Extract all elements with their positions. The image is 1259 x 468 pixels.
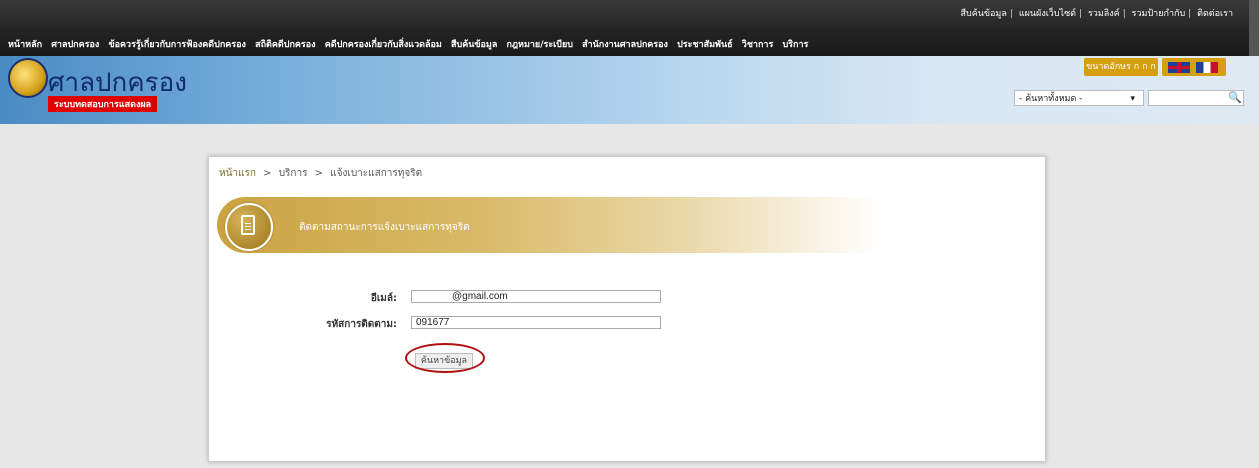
- nav-environment[interactable]: คดีปกครองเกี่ยวกับสิ่งแวดล้อม: [325, 40, 442, 50]
- nav-pr[interactable]: ประชาสัมพันธ์: [677, 40, 733, 50]
- nav-academic[interactable]: วิชาการ: [742, 40, 774, 50]
- tracking-code-field[interactable]: 091677: [411, 316, 661, 329]
- scrollbar[interactable]: [1249, 0, 1259, 56]
- uk-flag-icon[interactable]: [1168, 62, 1190, 73]
- utility-link-links[interactable]: รวมลิงค์: [1088, 9, 1120, 19]
- nav-court[interactable]: ศาลปกครอง: [51, 40, 99, 50]
- search-icon[interactable]: 🔍: [1228, 91, 1242, 105]
- utility-links: สืบค้นข้อมูล | แผนผังเว็บไซต์ | รวมลิงค์ | …: [960, 9, 1234, 19]
- breadcrumb-current: แจ้งเบาะแสการทุจริต: [330, 168, 423, 179]
- breadcrumb-home[interactable]: หน้าแรก: [219, 168, 256, 179]
- nav-search[interactable]: สืบค้นข้อมูล: [451, 40, 497, 50]
- email-value: @gmail.com: [452, 291, 508, 302]
- search-scope-select[interactable]: - ค้นหาทั้งหมด - ▾: [1014, 90, 1144, 106]
- language-switcher: [1162, 58, 1226, 76]
- utility-link-search[interactable]: สืบค้นข้อมูล: [961, 9, 1007, 19]
- nav-statistics[interactable]: สถิติคดีปกครอง: [255, 40, 315, 50]
- breadcrumb: หน้าแรก > บริการ > แจ้งเบาะแสการทุจริต: [219, 168, 423, 179]
- email-label: อีเมล์:: [370, 293, 397, 304]
- breadcrumb-services[interactable]: บริการ: [279, 168, 308, 179]
- highlight-annotation: [405, 343, 485, 373]
- nav-home[interactable]: หน้าหลัก: [8, 40, 42, 50]
- utility-link-tags[interactable]: รวมป้ายกำกับ: [1132, 9, 1186, 19]
- nav-filing-info[interactable]: ข้อควรรู้เกี่ยวกับการฟ้องคดีปกครอง: [108, 40, 246, 50]
- nav-office[interactable]: สำนักงานศาลปกครอง: [582, 40, 668, 50]
- utility-link-sitemap[interactable]: แผนผังเว็บไซต์: [1019, 9, 1076, 19]
- dropdown-arrow-icon: ▾: [1130, 94, 1135, 104]
- court-emblem-icon[interactable]: [8, 58, 48, 98]
- main-nav: หน้าหลัก ศาลปกครอง ข้อควรรู้เกี่ยวกับการ…: [8, 37, 814, 51]
- nav-law[interactable]: กฎหมาย/ระเบียบ: [507, 40, 573, 50]
- site-logo-subtitle: ระบบทดสอบการแสดงผล: [48, 96, 158, 112]
- document-icon: [225, 203, 273, 251]
- font-size-button[interactable]: ขนาดอักษร ก ก ก: [1084, 58, 1158, 76]
- email-field[interactable]: @gmail.com: [411, 290, 661, 303]
- utility-link-contact[interactable]: ติดต่อเรา: [1197, 9, 1233, 19]
- nav-services[interactable]: บริการ: [782, 40, 808, 50]
- content-card: หน้าแรก > บริการ > แจ้งเบาะแสการทุจริต ต…: [208, 156, 1046, 462]
- search-scope-value: - ค้นหาทั้งหมด -: [1019, 94, 1083, 104]
- tracking-code-value: 091677: [416, 317, 450, 328]
- panel-title: ติดตามสถานะการแจ้งเบาะแสการทุจริต: [299, 222, 470, 233]
- tracking-code-label: รหัสการติดตาม:: [326, 319, 397, 330]
- fr-flag-icon[interactable]: [1196, 62, 1218, 73]
